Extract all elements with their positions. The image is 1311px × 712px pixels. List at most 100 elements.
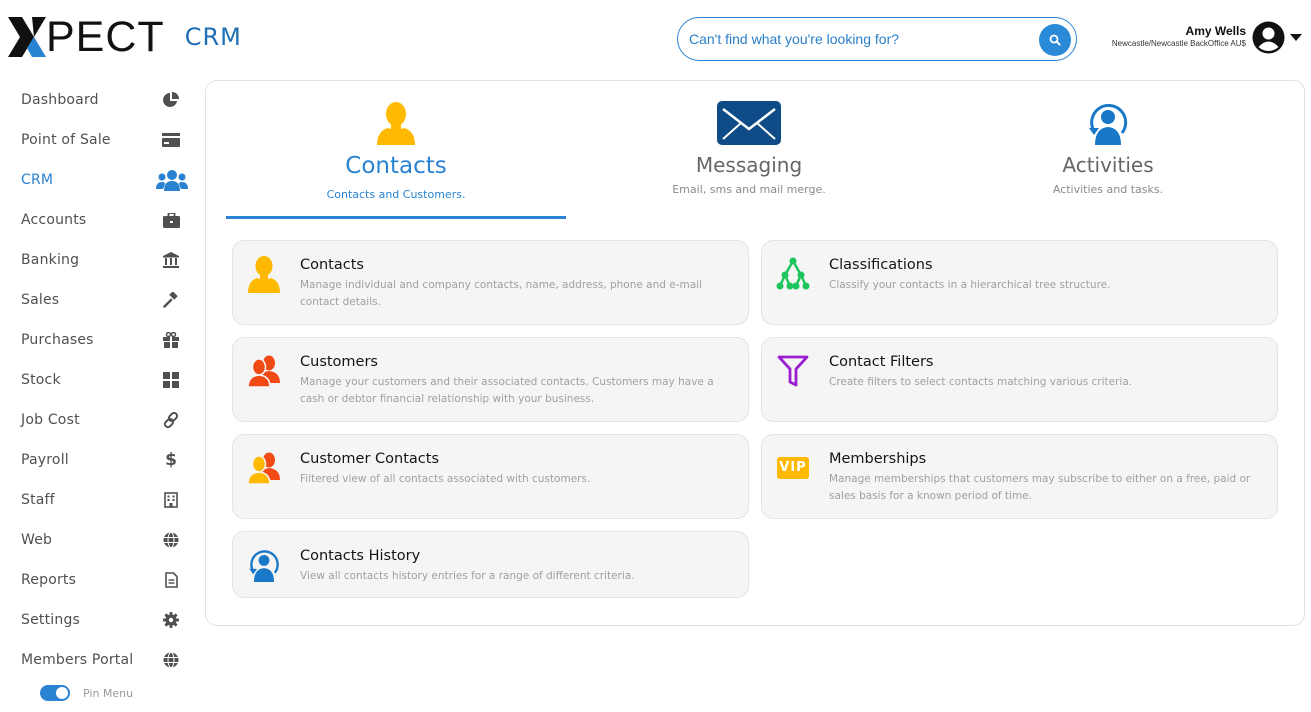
tab-title: Messaging [695,153,803,177]
tab-title: Activities [1062,153,1154,177]
grid-icon [160,370,182,390]
app-logo[interactable]: PECT CRM [8,13,242,61]
card-title: Classifications [829,257,933,273]
tab-subtitle: Activities and tasks. [1052,183,1164,196]
sidebar-item-label: Web [21,532,53,548]
tab-subtitle: Email, sms and mail merge. [672,183,826,196]
sidebar-item-payroll[interactable]: Payroll $ [0,440,200,480]
gift-icon [160,330,182,350]
crm-panel: Contacts Contacts and Customers. Messagi… [205,80,1305,626]
card-contacts[interactable]: Contacts Manage individual and company c… [232,240,749,325]
card-description: Manage memberships that customers may su… [829,473,1251,502]
gear-icon [160,610,182,630]
sidebar-item-label: Banking [21,252,80,268]
users-icon [156,170,188,191]
credit-card-icon [160,130,182,150]
search-icon [1049,34,1061,46]
tree-icon [774,255,812,293]
card-classifications[interactable]: Classifications Classify your contacts i… [761,240,1278,325]
card-title: Contacts [300,257,364,273]
pin-menu-label: Pin Menu [83,686,134,700]
sidebar-item-label: Members Portal [21,652,134,668]
sidebar-item-label: Dashboard [21,92,99,108]
card-title: Memberships [829,451,927,467]
person-refresh-icon [1089,103,1128,145]
card-description: Manage individual and company contacts, … [300,279,703,308]
sidebar-item-settings[interactable]: Settings [0,600,200,640]
sidebar-item-members-portal[interactable]: Members Portal [0,640,200,680]
card-title: Customer Contacts [300,451,440,467]
sidebar-item-stock[interactable]: Stock [0,360,200,400]
card-customers[interactable]: Customers Manage your customers and thei… [232,337,749,422]
gavel-icon [160,290,182,310]
tab-activities[interactable]: Activities Activities and tasks. [938,81,1278,219]
sidebar-item-sales[interactable]: Sales [0,280,200,320]
card-contacts-history[interactable]: Contacts History View all contacts histo… [232,531,749,598]
document-icon [160,570,182,590]
sidebar-item-label: Point of Sale [21,132,111,148]
card-description: View all contacts history entries for a … [300,570,635,582]
sidebar-item-label: CRM [21,172,54,188]
envelope-icon [717,101,781,145]
user-menu-chevron-down-icon[interactable] [1290,34,1302,41]
tab-messaging[interactable]: Messaging Email, sms and mail merge. [579,81,919,219]
pin-menu: Pin Menu [40,685,133,701]
customer-contacts-icon [245,449,283,487]
logo-x-mark [8,17,46,57]
tab-title: Contacts [345,153,447,179]
user-info[interactable]: Amy Wells Newcastle/Newcastle BackOffice… [1112,24,1246,50]
pin-menu-toggle[interactable] [40,685,70,701]
search-input[interactable] [689,28,1029,50]
user-name: Amy Wells [1185,24,1246,38]
card-title: Contacts History [300,548,421,564]
sidebar-item-label: Reports [21,572,77,588]
sidebar-item-label: Purchases [21,332,94,348]
vip-badge: VIP [777,457,809,479]
tab-subtitle: Contacts and Customers. [326,188,466,201]
card-customer-contacts[interactable]: Customer Contacts Filtered view of all c… [232,434,749,519]
logo-text: PECT [46,13,165,61]
sidebar-item-reports[interactable]: Reports [0,560,200,600]
card-description: Filtered view of all contacts associated… [300,473,591,485]
sidebar-item-job-cost[interactable]: Job Cost [0,400,200,440]
search-bar [677,17,1077,61]
sidebar-item-label: Accounts [21,212,87,228]
building-icon [160,490,182,510]
sidebar-item-label: Payroll [21,452,69,468]
sidebar-item-staff[interactable]: Staff [0,480,200,520]
history-icon [245,546,283,584]
sidebar-item-point-of-sale[interactable]: Point of Sale [0,120,200,160]
filter-icon [774,352,812,390]
person-icon [377,102,415,145]
tab-contacts[interactable]: Contacts Contacts and Customers. [226,81,566,219]
card-description: Create filters to select contacts matchi… [829,376,1133,388]
user-location: Newcastle/Newcastle BackOffice AU$ [1111,39,1246,48]
sidebar-item-dashboard[interactable]: Dashboard [0,80,200,120]
active-tab-indicator [226,216,566,219]
sidebar-item-label: Settings [21,612,81,628]
sidebar-item-label: Stock [21,372,61,388]
globe-icon [160,650,182,670]
vip-icon: VIP [774,449,812,487]
pie-chart-icon [160,90,182,110]
dollar-icon: $ [165,450,177,470]
sidebar-item-accounts[interactable]: Accounts [0,200,200,240]
avatar-icon[interactable] [1252,21,1285,54]
briefcase-icon [160,210,182,230]
search-button[interactable] [1039,24,1071,56]
card-contact-filters[interactable]: Contact Filters Create filters to select… [761,337,1278,422]
logo-product-name: CRM [184,23,242,51]
card-title: Customers [300,354,378,370]
card-description: Manage your customers and their associat… [300,376,714,405]
sidebar-item-purchases[interactable]: Purchases [0,320,200,360]
sidebar-item-web[interactable]: Web [0,520,200,560]
card-title: Contact Filters [829,354,934,370]
link-icon [160,410,182,430]
sidebar-item-label: Job Cost [21,412,80,428]
person-icon [245,255,283,293]
sidebar-item-label: Staff [21,492,55,508]
sidebar-item-label: Sales [21,292,60,308]
card-memberships[interactable]: VIP Memberships Manage memberships that … [761,434,1278,519]
sidebar-item-crm[interactable]: CRM [0,160,200,200]
sidebar-item-banking[interactable]: Banking [0,240,200,280]
